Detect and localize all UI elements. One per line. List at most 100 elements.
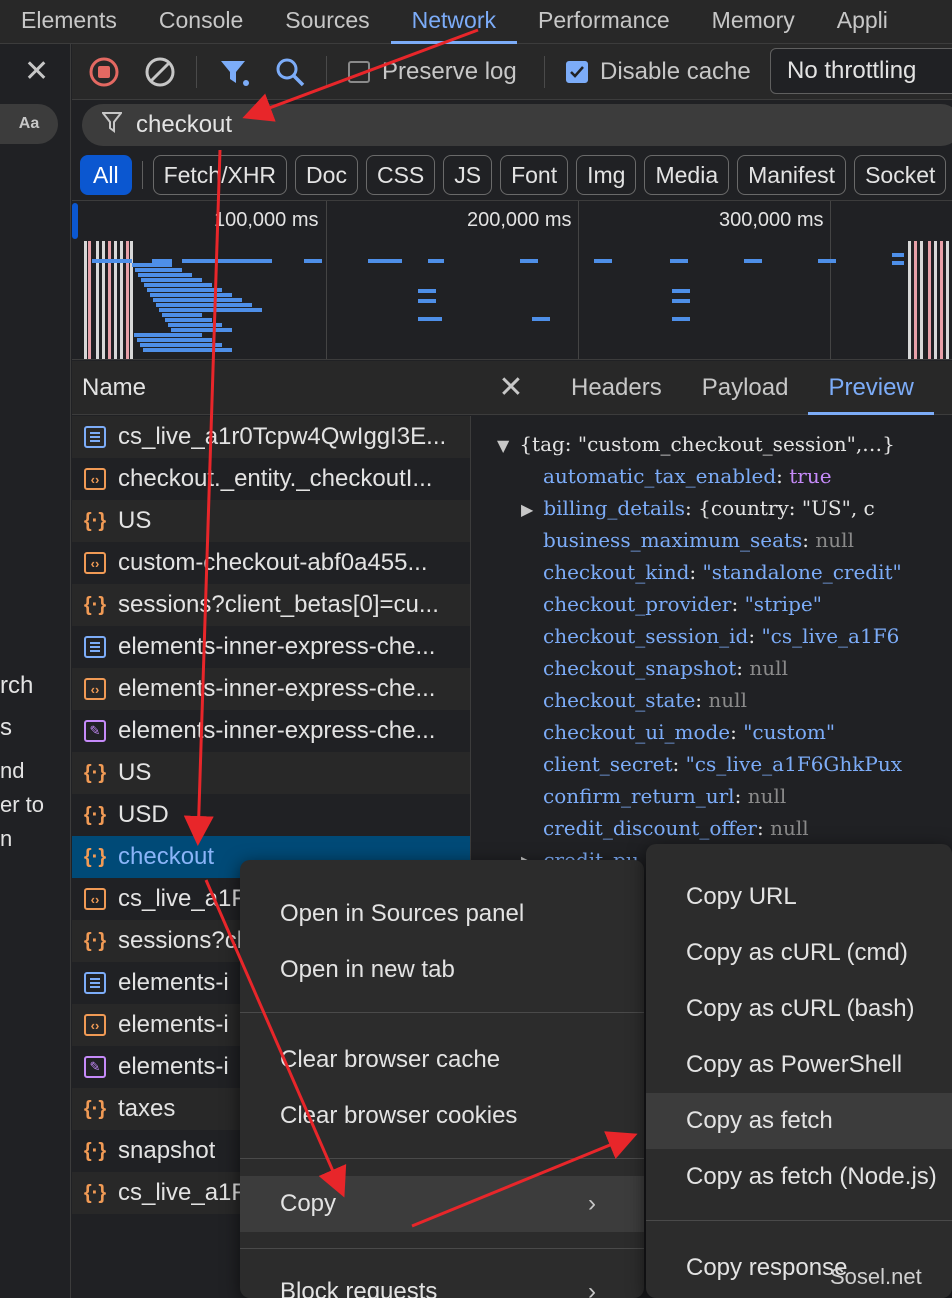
preserve-log-checkbox[interactable]: [348, 61, 370, 83]
type-filter-img[interactable]: Img: [576, 155, 637, 195]
network-toolbar: Preserve log Disable cache No throttling: [72, 44, 952, 100]
clear-icon[interactable]: [142, 54, 178, 90]
waterfall-bar: [428, 259, 444, 263]
waterfall-tick: [908, 241, 911, 359]
tab-application[interactable]: Appli: [816, 0, 909, 44]
type-filter-media[interactable]: Media: [644, 155, 730, 195]
script-file-icon: ‹›: [84, 888, 106, 910]
type-filter-fetch-xhr[interactable]: Fetch/XHR: [152, 155, 288, 195]
preview-property: automatic_tax_enabled: true: [543, 464, 832, 488]
property-key: checkout_session_id: [543, 624, 749, 648]
type-filter-js[interactable]: JS: [443, 155, 493, 195]
waterfall-tick: [84, 241, 87, 359]
waterfall-bar: [672, 317, 690, 321]
property-key: confirm_return_url: [543, 784, 735, 808]
tab-sources[interactable]: Sources: [264, 0, 390, 44]
request-row[interactable]: ‹› checkout._entity._checkoutI...: [72, 458, 470, 500]
tab-performance[interactable]: Performance: [517, 0, 691, 44]
type-filter-manifest[interactable]: Manifest: [737, 155, 847, 195]
script-file-icon: ‹›: [84, 552, 106, 574]
menu-copy-as-curl-cmd[interactable]: Copy as cURL (cmd): [646, 925, 952, 981]
waterfall-bar: [672, 299, 690, 303]
search-icon[interactable]: [272, 54, 308, 90]
request-name: elements-inner-express-che...: [118, 717, 436, 744]
name-column-header[interactable]: Name: [72, 361, 471, 415]
tab-payload[interactable]: Payload: [682, 361, 809, 415]
preview-root[interactable]: ▼ {tag: "custom_checkout_session",…}: [497, 428, 895, 462]
menu-copy-as-powershell[interactable]: Copy as PowerShell: [646, 1037, 952, 1093]
request-row[interactable]: ‹› elements-inner-express-che...: [72, 668, 470, 710]
request-row[interactable]: {·} USD: [72, 794, 470, 836]
preview-property: checkout_snapshot: null: [543, 656, 788, 680]
waterfall-bar: [152, 259, 172, 263]
doc-file-icon: [84, 426, 106, 448]
type-filter-socket[interactable]: Socket: [854, 155, 947, 195]
throttling-select[interactable]: No throttling: [770, 48, 952, 94]
filter-input[interactable]: checkout: [82, 104, 952, 146]
preserve-log-toggle[interactable]: Preserve log: [348, 54, 517, 90]
waterfall-tick: [914, 241, 917, 359]
waterfall-bar: [153, 298, 242, 302]
waterfall-bar: [156, 303, 252, 307]
network-overview[interactable]: 100,000 ms 200,000 ms 300,000 ms: [72, 200, 952, 360]
waterfall-bar: [594, 259, 612, 263]
menu-copy-as-fetch-nodejs[interactable]: Copy as fetch (Node.js): [646, 1149, 952, 1205]
fetch-file-icon: {·}: [83, 509, 107, 532]
filter-icon[interactable]: [216, 54, 252, 90]
drawer-text-line: nd: [0, 758, 25, 783]
disable-cache-toggle[interactable]: Disable cache: [566, 54, 751, 90]
devtools-tab-bar: Elements Console Sources Network Perform…: [0, 0, 952, 44]
overview-tick-label: 100,000 ms: [214, 209, 319, 231]
property-key: business_maximum_seats: [543, 528, 803, 552]
fetch-file-icon: {·}: [83, 1181, 107, 1204]
tab-memory[interactable]: Memory: [691, 0, 816, 44]
menu-copy[interactable]: Copy ›: [240, 1176, 644, 1232]
property-value: null: [747, 784, 787, 808]
menu-open-in-sources[interactable]: Open in Sources panel: [240, 886, 644, 942]
request-row[interactable]: {·} US: [72, 752, 470, 794]
request-name: checkout._entity._checkoutI...: [118, 465, 433, 492]
tab-elements[interactable]: Elements: [0, 0, 138, 44]
property-key: checkout_kind: [543, 560, 690, 584]
tab-console[interactable]: Console: [138, 0, 264, 44]
request-row[interactable]: ✎ elements-inner-express-che...: [72, 710, 470, 752]
request-row[interactable]: {·} sessions?client_betas[0]=cu...: [72, 584, 470, 626]
match-case-button[interactable]: Aa: [0, 104, 58, 144]
preview-property[interactable]: ▶ billing_details: {country: "US", c: [521, 492, 875, 526]
request-name: cs_live_a1F: [118, 1179, 247, 1206]
tab-headers[interactable]: Headers: [551, 361, 682, 415]
menu-copy-url[interactable]: Copy URL: [646, 869, 952, 925]
waterfall-bar: [140, 343, 222, 347]
menu-open-in-new-tab[interactable]: Open in new tab: [240, 942, 644, 998]
type-filter-doc[interactable]: Doc: [295, 155, 358, 195]
tab-network[interactable]: Network: [390, 0, 517, 44]
request-row[interactable]: cs_live_a1r0Tcpw4QwIggI3E...: [72, 416, 470, 458]
close-details-icon[interactable]: ✕: [471, 370, 551, 405]
request-row[interactable]: elements-inner-express-che...: [72, 626, 470, 668]
tab-preview[interactable]: Preview: [808, 361, 934, 415]
fetch-file-icon: {·}: [83, 1097, 107, 1120]
waterfall-bar: [147, 288, 222, 292]
close-icon[interactable]: ✕: [24, 54, 49, 89]
request-name: US: [118, 759, 152, 786]
menu-clear-browser-cache[interactable]: Clear browser cache: [240, 1032, 644, 1088]
type-filter-font[interactable]: Font: [500, 155, 569, 195]
menu-copy-as-curl-bash[interactable]: Copy as cURL (bash): [646, 981, 952, 1037]
property-value: true: [789, 464, 832, 488]
request-row[interactable]: ‹› custom-checkout-abf0a455...: [72, 542, 470, 584]
property-value: "custom": [743, 720, 836, 744]
property-value: null: [708, 688, 747, 712]
record-stop-icon[interactable]: [86, 54, 122, 90]
menu-clear-browser-cookies[interactable]: Clear browser cookies: [240, 1088, 644, 1144]
type-filter-all[interactable]: All: [80, 155, 132, 195]
request-name: taxes: [118, 1095, 176, 1122]
request-row[interactable]: {·} US: [72, 500, 470, 542]
menu-copy-as-fetch[interactable]: Copy as fetch: [646, 1093, 952, 1149]
overview-handle[interactable]: [72, 203, 78, 239]
disable-cache-checkbox[interactable]: [566, 61, 588, 83]
menu-block-requests[interactable]: Block requests ›: [240, 1264, 644, 1298]
fetch-file-icon: {·}: [83, 845, 107, 868]
type-filter-css[interactable]: CSS: [365, 155, 436, 195]
watermark: Sosel.net: [830, 1264, 922, 1289]
funnel-icon: [100, 111, 124, 140]
